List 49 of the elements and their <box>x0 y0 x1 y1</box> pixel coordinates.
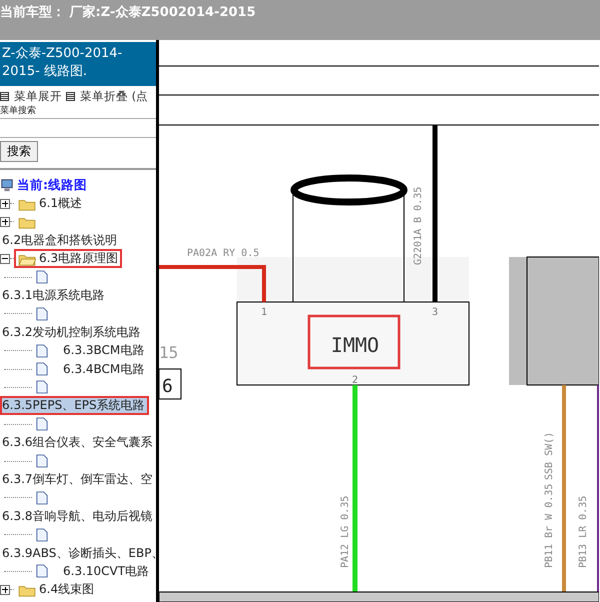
page-icon <box>36 417 48 432</box>
tree-item[interactable]: 6.3.10CVT电路 <box>32 562 154 581</box>
pin-number: 3 <box>432 307 438 318</box>
list-icon <box>0 92 9 101</box>
tree-item[interactable]: 6.3电路原理图 <box>14 249 122 268</box>
menu-link[interactable]: 菜单展开 <box>0 89 62 104</box>
page-icon <box>36 528 48 542</box>
tree-item[interactable]: 6.3.8音响导航、电动后视镜 <box>0 506 156 526</box>
tree-item[interactable]: 6.4线束图 <box>14 580 98 600</box>
computer-icon <box>0 178 14 192</box>
expander-icon[interactable] <box>0 216 10 227</box>
pin-number: 2 <box>352 375 358 386</box>
tree-item[interactable]: 6.3.6组合仪表、安全气囊系 <box>0 433 156 452</box>
expander-icon[interactable] <box>0 198 10 209</box>
wire-label: G2201A B 0.35 <box>413 186 424 265</box>
wire-label: PB11 Br W 0.35 <box>544 484 555 568</box>
list-icon <box>66 92 75 101</box>
tree-item[interactable]: 6.3.5PEPS、EPS系统电路 <box>0 396 149 416</box>
tree-item[interactable]: 6.3.3BCM电路 <box>32 341 148 360</box>
wire-label: PB13 LR 0.35 <box>578 496 589 568</box>
connector-label: 15 <box>159 343 178 362</box>
expander-icon[interactable] <box>0 584 10 595</box>
wire-label: SSB SW() <box>544 432 555 480</box>
pin-number: 1 <box>261 307 268 318</box>
wire-label: PA12 LG 0.35 <box>340 496 351 568</box>
menu-link[interactable]: 菜单折叠 (点 <box>66 89 148 104</box>
tree-item[interactable]: 6.3.7倒车灯、倒车雷达、空 <box>0 470 156 489</box>
window-title: 当前车型： 厂家:Z-众泰Z5002014-2015 <box>0 5 256 20</box>
page-icon <box>36 564 48 578</box>
tree-item[interactable]: 6.3.1电源系统电路 <box>0 286 109 306</box>
page-icon <box>36 454 48 468</box>
page-icon <box>36 306 48 321</box>
tree-item[interactable]: 6.3.4BCM电路 <box>32 360 148 379</box>
page-icon <box>36 380 48 394</box>
wire-label: PA02A RY 0.5 <box>187 248 260 259</box>
tree-item[interactable]: 6.3.2发动机控制系统电路 <box>0 322 145 342</box>
expander-icon[interactable] <box>0 254 10 264</box>
tree-item[interactable]: 6.2电器盒和搭铁说明 <box>0 230 122 250</box>
page-icon <box>36 344 48 358</box>
tree-root[interactable]: 当前:线路图 <box>17 176 87 194</box>
tree-item[interactable]: 6.3.9ABS、诊断插头、EBP、 <box>0 544 156 563</box>
search-button[interactable]: 搜索 <box>0 141 38 162</box>
sidebar-title: Z-众泰-Z500-2014-2015- 线路图. <box>2 46 122 79</box>
page-icon <box>36 490 48 505</box>
module-label: IMMO <box>330 333 380 357</box>
page-icon <box>36 270 48 284</box>
page-icon <box>36 362 48 376</box>
connector-label: 6 <box>162 376 173 397</box>
tree-item[interactable]: 6.1概述 <box>14 194 86 214</box>
